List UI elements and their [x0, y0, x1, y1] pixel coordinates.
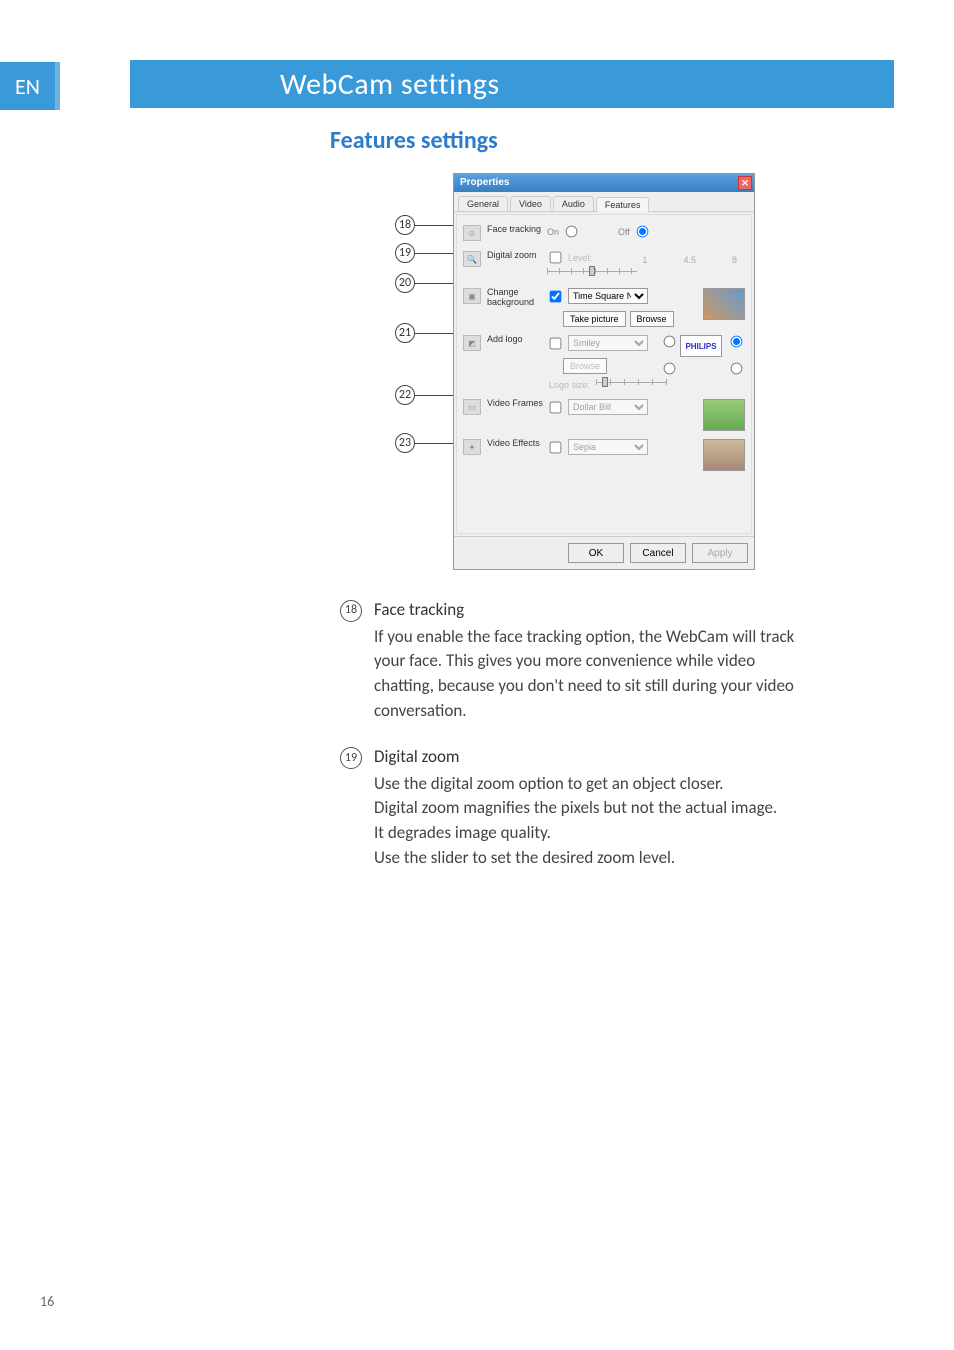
para-19-num: 19 — [340, 747, 362, 769]
video-effects-label: Video Effects — [487, 439, 547, 449]
para-18-head: Face tracking — [374, 598, 814, 623]
video-effects-select[interactable]: Sepia — [568, 439, 648, 455]
face-tracking-off-label: Off — [618, 227, 630, 237]
dialog-title: Properties — [460, 177, 509, 188]
change-bg-select[interactable]: Time Square NY — [568, 288, 648, 304]
video-frames-select[interactable]: Dollar Bill — [568, 399, 648, 415]
background-icon: ▣ — [463, 288, 481, 304]
row-add-logo: ◩ Add logo Smiley Browse PHILIPS — [463, 331, 745, 395]
add-logo-checkbox[interactable] — [550, 337, 562, 349]
ok-button[interactable]: OK — [568, 543, 624, 563]
digital-zoom-checkbox[interactable] — [550, 252, 562, 264]
page: EN WebCam settings Features settings 18 … — [0, 0, 954, 1350]
effects-preview — [703, 439, 745, 471]
video-frames-checkbox[interactable] — [550, 401, 562, 413]
row-change-background: ▣ Change background Time Square NY Take … — [463, 284, 745, 331]
logo-browse-button[interactable]: Browse — [563, 358, 607, 374]
add-logo-label: Add logo — [487, 335, 547, 345]
para-19: 19 Digital zoom Use the digital zoom opt… — [340, 745, 814, 870]
face-tracking-off-radio[interactable] — [637, 226, 649, 238]
dialog-footer: OK Cancel Apply — [454, 536, 754, 569]
face-tracking-on-label: On — [547, 227, 559, 237]
face-tracking-on-radio[interactable] — [566, 226, 578, 238]
effects-icon: ✦ — [463, 439, 481, 455]
zoom-icon: 🔍 — [463, 251, 481, 267]
zoom-slider[interactable] — [547, 268, 637, 280]
zoom-level-label: Level: — [568, 253, 592, 263]
logo-icon: ◩ — [463, 335, 481, 351]
dialog-wrapper: 18 19 20 21 22 23 Properties ✕ General V… — [395, 173, 755, 570]
row-video-effects: ✦ Video Effects Sepia — [463, 435, 745, 475]
language-tab: EN — [0, 62, 60, 110]
page-title-bar: WebCam settings — [130, 60, 894, 108]
para-18: 18 Face tracking If you enable the face … — [340, 598, 814, 723]
callout-19: 19 — [395, 243, 415, 263]
para-19-head: Digital zoom — [374, 745, 814, 770]
zoom-max: 8 — [732, 255, 737, 265]
callout-22: 22 — [395, 385, 415, 405]
logo-corner-tl[interactable] — [664, 336, 676, 348]
frames-icon: ▭ — [463, 399, 481, 415]
change-bg-label: Change background — [487, 288, 547, 308]
callout-18: 18 — [395, 215, 415, 235]
bg-preview — [703, 288, 745, 320]
face-tracking-icon: ☺ — [463, 225, 481, 241]
bg-browse-button[interactable]: Browse — [630, 311, 674, 327]
row-digital-zoom: 🔍 Digital zoom Level: 1 4.5 — [463, 247, 745, 284]
apply-button[interactable]: Apply — [692, 543, 748, 563]
body-text: 18 Face tracking If you enable the face … — [340, 598, 814, 870]
dialog-body: ☺ Face tracking On Off 🔍 Digital zoom — [456, 214, 752, 534]
callout-23: 23 — [395, 433, 415, 453]
para-19-l2: Digital zoom magnifies the pixels but no… — [374, 796, 814, 821]
video-frames-label: Video Frames — [487, 399, 547, 409]
logo-preview: PHILIPS — [680, 335, 722, 357]
logo-size-label: Logo size: — [549, 380, 590, 390]
dialog-titlebar: Properties ✕ — [454, 174, 754, 192]
logo-select[interactable]: Smiley — [568, 335, 648, 351]
change-bg-checkbox[interactable] — [550, 290, 562, 302]
cancel-button[interactable]: Cancel — [630, 543, 686, 563]
logo-corner-tr[interactable] — [731, 336, 743, 348]
para-18-num: 18 — [340, 600, 362, 622]
video-effects-checkbox[interactable] — [550, 441, 562, 453]
properties-dialog: Properties ✕ General Video Audio Feature… — [453, 173, 755, 570]
page-number: 16 — [40, 1293, 54, 1310]
take-picture-button[interactable]: Take picture — [563, 311, 626, 327]
zoom-min: 1 — [642, 255, 647, 265]
row-face-tracking: ☺ Face tracking On Off — [463, 221, 745, 247]
para-19-l4: Use the slider to set the desired zoom l… — [374, 846, 814, 871]
close-icon[interactable]: ✕ — [738, 176, 752, 190]
tab-strip: General Video Audio Features — [454, 192, 754, 212]
logo-corner-bl[interactable] — [664, 363, 676, 375]
callout-20: 20 — [395, 273, 415, 293]
frames-preview — [703, 399, 745, 431]
para-19-l1: Use the digital zoom option to get an ob… — [374, 772, 814, 797]
face-tracking-label: Face tracking — [487, 225, 547, 235]
para-18-body: If you enable the face tracking option, … — [374, 625, 814, 724]
section-title: Features settings — [330, 126, 894, 155]
row-video-frames: ▭ Video Frames Dollar Bill — [463, 395, 745, 435]
callout-21: 21 — [395, 323, 415, 343]
zoom-mid: 4.5 — [683, 255, 696, 265]
para-19-l3: It degrades image quality. — [374, 821, 814, 846]
tab-audio[interactable]: Audio — [553, 196, 594, 211]
tab-general[interactable]: General — [458, 196, 508, 211]
digital-zoom-label: Digital zoom — [487, 251, 547, 261]
logo-size-slider[interactable] — [596, 379, 666, 391]
logo-corner-br[interactable] — [731, 363, 743, 375]
tab-features[interactable]: Features — [596, 197, 650, 212]
tab-video[interactable]: Video — [510, 196, 551, 211]
